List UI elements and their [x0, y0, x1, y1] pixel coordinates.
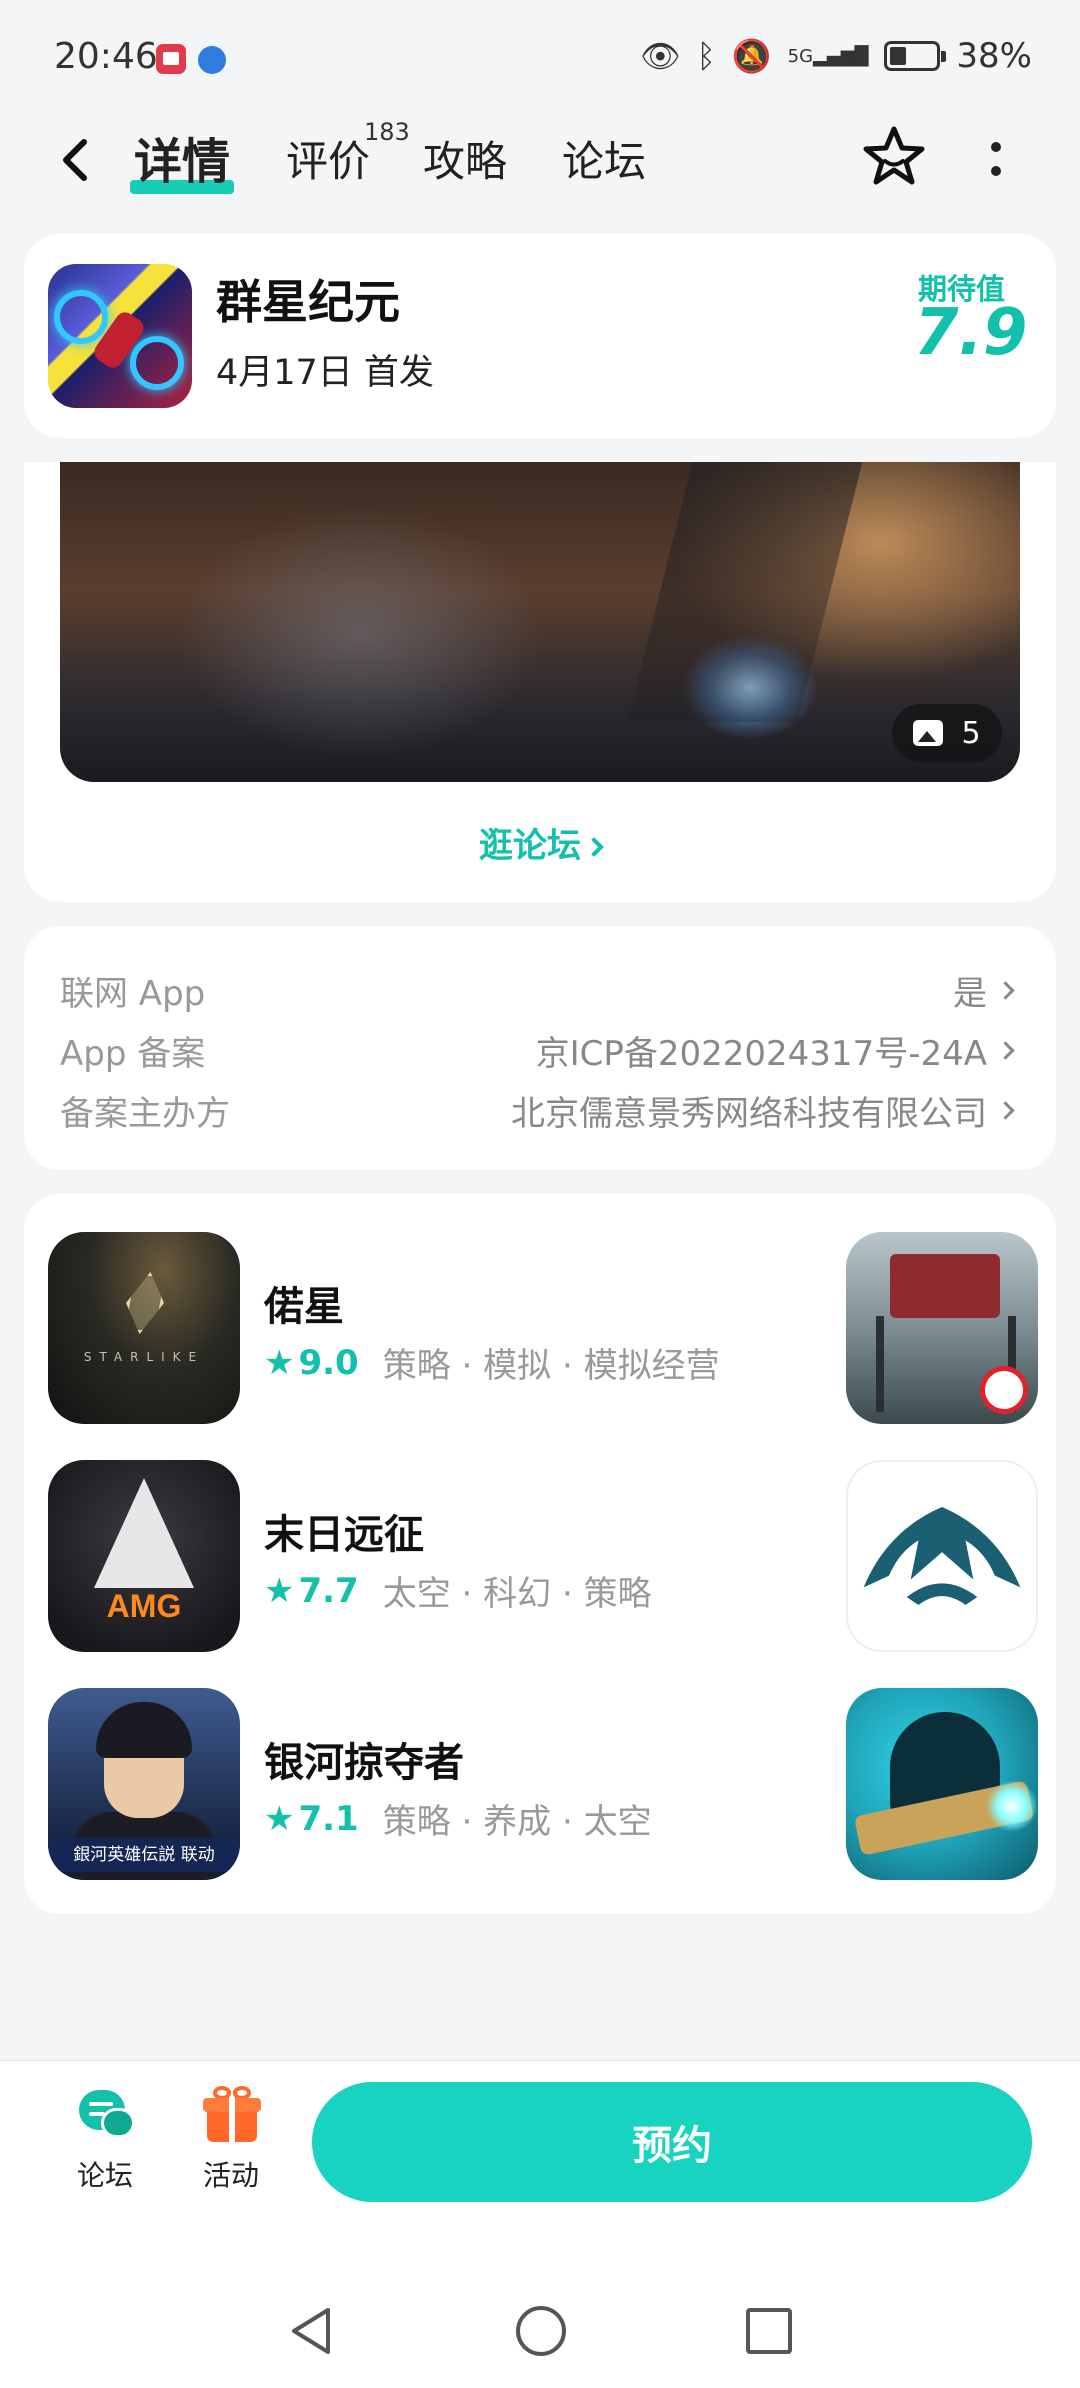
gift-icon — [201, 2086, 261, 2144]
mech-body — [890, 1254, 1000, 1318]
mute-bell-icon: 🔕 — [731, 37, 772, 75]
triangle-back-icon — [292, 2308, 330, 2354]
info-row-icp[interactable]: App 备案 京ICP备2022024317号-24A — [60, 1026, 1015, 1075]
tab-guides[interactable]: 攻略 — [423, 130, 507, 194]
publisher-badge-icon — [980, 1366, 1028, 1414]
image-count-badge[interactable]: 5 — [892, 704, 1002, 762]
tab-forum[interactable]: 论坛 — [562, 130, 646, 194]
chevron-right-icon — [996, 1041, 1015, 1060]
signal-icon: 5G▂▄▆█ — [787, 45, 869, 67]
star-icon — [863, 126, 925, 185]
status-time: 20:46 — [54, 36, 158, 77]
browser-app-icon — [198, 46, 226, 74]
reserve-button[interactable]: 预约 — [312, 2082, 1032, 2202]
character-hair — [96, 1702, 192, 1758]
rotor-icon — [54, 290, 108, 344]
diamond-logo-icon — [121, 1272, 170, 1334]
rec-game-name[interactable]: 末日远征 — [264, 1502, 424, 1560]
nav-home-button[interactable] — [516, 2306, 566, 2356]
nav-back-button[interactable] — [288, 2306, 334, 2356]
rec-game-meta: ★ 7.7 太空 · 科幻 · 策略 — [264, 1570, 652, 1615]
battery-percent: 38% — [956, 36, 1032, 76]
status-icons: 👁 ᛒ 🔕 5G▂▄▆█ 38% — [640, 36, 1032, 76]
back-button[interactable] — [56, 130, 96, 190]
chat-bubbles-icon — [75, 2086, 135, 2144]
tab-reviews[interactable]: 评价 — [286, 130, 370, 194]
expectation-score: 7.9 — [914, 296, 1028, 370]
tab-details[interactable]: 详情 — [130, 130, 235, 194]
events-shortcut[interactable]: 活动 — [186, 2086, 276, 2194]
game-icon[interactable] — [48, 264, 192, 408]
warframe-logo-icon — [863, 1507, 1021, 1605]
chevron-right-icon — [996, 981, 1015, 1000]
image-icon — [913, 720, 944, 746]
dot-icon — [991, 142, 1001, 152]
rec-game-meta: ★ 9.0 策略 · 模拟 · 模拟经营 — [264, 1342, 720, 1387]
star-icon: ★ — [264, 1342, 295, 1383]
nav-recents-button[interactable] — [746, 2308, 792, 2354]
rec-game-meta: ★ 7.1 策略 · 养成 · 太空 — [264, 1798, 652, 1843]
more-options-button[interactable] — [980, 138, 1012, 184]
info-row-sponsor[interactable]: 备案主办方 北京儒意景秀网络科技有限公司 — [60, 1086, 1015, 1135]
release-date: 4月17日 首发 — [216, 353, 434, 393]
info-row-online[interactable]: 联网 App 是 — [60, 966, 1015, 1015]
game-title: 群星纪元 — [216, 275, 400, 329]
bluetooth-icon: ᛒ — [696, 37, 716, 75]
notification-app-icon — [156, 44, 186, 74]
eye-icon: 👁 — [639, 37, 681, 75]
favorite-button[interactable] — [861, 124, 927, 190]
side-game-icon-mech[interactable] — [846, 1232, 1038, 1424]
dot-icon — [991, 166, 1001, 176]
rotor-icon — [130, 336, 184, 390]
side-game-icon-hooded-gunner[interactable] — [846, 1688, 1038, 1880]
side-game-icon-warframe[interactable] — [846, 1460, 1038, 1652]
rec-game-name[interactable]: 偌星 — [264, 1274, 344, 1332]
reviews-count-badge: 183 — [364, 118, 410, 146]
star-icon: ★ — [264, 1798, 295, 1839]
game-icon-amg[interactable]: AMG — [48, 1460, 240, 1652]
star-icon: ★ — [264, 1570, 295, 1611]
forum-shortcut[interactable]: 论坛 — [60, 2086, 150, 2194]
back-arrow-icon — [63, 139, 87, 181]
game-icon-starlike[interactable]: STARLIKE — [48, 1232, 240, 1424]
chevron-right-icon — [996, 1101, 1015, 1120]
screenshot-image[interactable] — [60, 462, 1020, 782]
battery-icon — [884, 41, 947, 71]
energy-glow — [986, 1780, 1038, 1832]
triangle-logo-icon — [94, 1478, 194, 1588]
browse-forum-link[interactable]: 逛论坛 — [0, 818, 1080, 867]
game-icon-galaxy[interactable]: 銀河英雄伝説 联动 — [48, 1688, 240, 1880]
rec-game-name[interactable]: 银河掠夺者 — [264, 1730, 464, 1788]
chevron-right-icon — [584, 837, 604, 857]
